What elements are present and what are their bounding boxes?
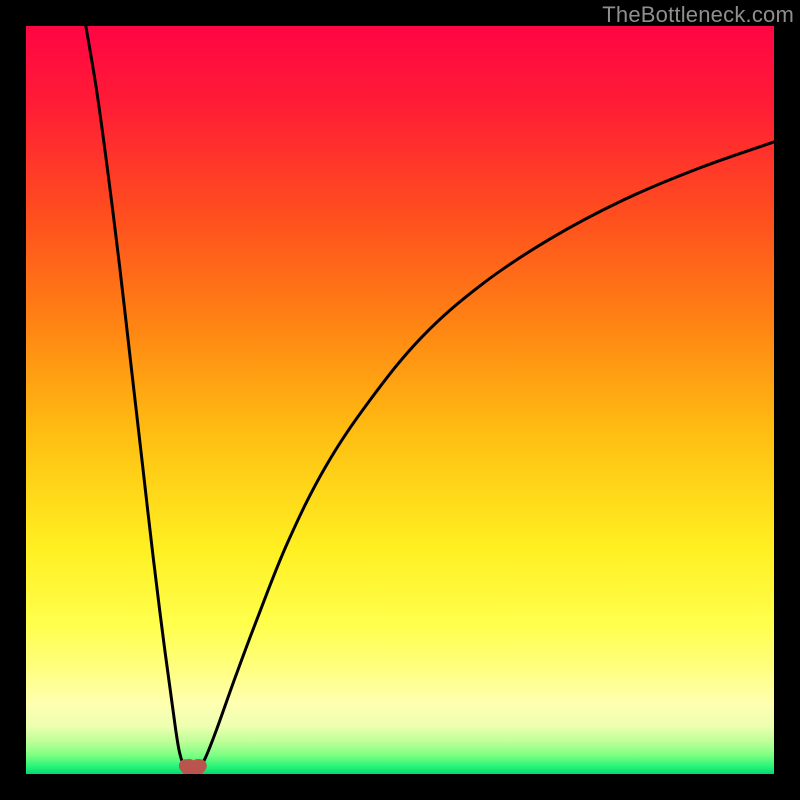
- watermark-text: TheBottleneck.com: [602, 2, 794, 28]
- plot-area: [26, 26, 774, 774]
- min-marker-right: [191, 759, 206, 774]
- chart-svg: [26, 26, 774, 774]
- marker-layer: [182, 759, 206, 774]
- outer-frame: TheBottleneck.com: [0, 0, 800, 800]
- gradient-background: [26, 26, 774, 774]
